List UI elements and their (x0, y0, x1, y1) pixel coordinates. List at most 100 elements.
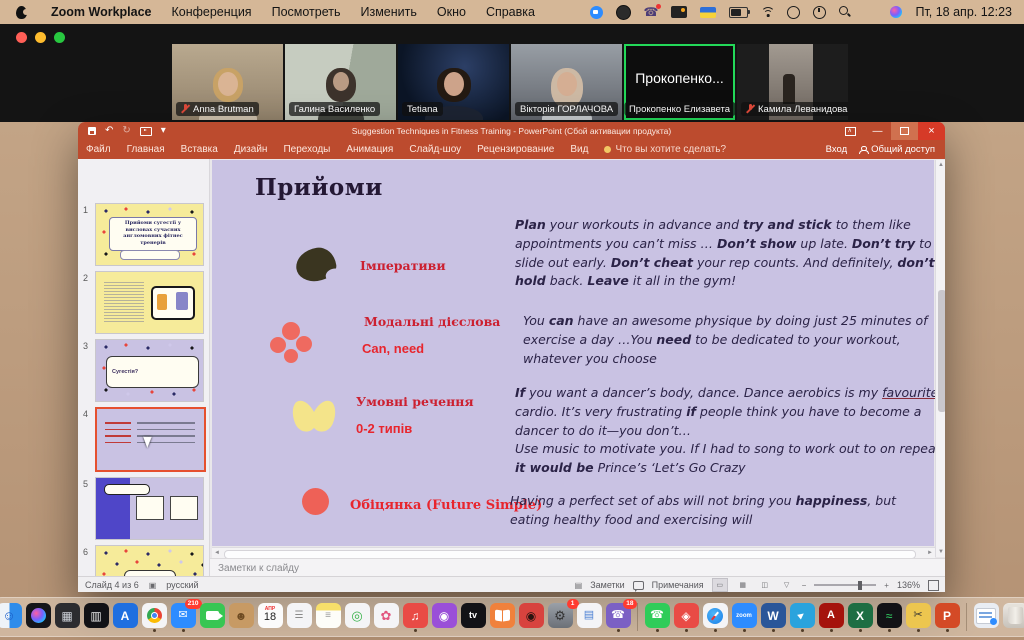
thumbnail-slide-3[interactable]: Сугестія? (95, 339, 204, 402)
trash-icon[interactable] (1002, 602, 1024, 632)
slide-canvas[interactable]: Прийоми Імперативи Plan your workouts in… (212, 160, 934, 546)
start-slideshow-icon[interactable] (140, 127, 152, 136)
excel-icon[interactable]: X (847, 602, 873, 632)
zoom-out-button[interactable]: − (802, 581, 807, 590)
paragraph-imperatives[interactable]: Plan your workouts in advance and try an… (515, 216, 940, 291)
viber-status-icon[interactable]: ☎ (644, 6, 659, 18)
menu-app-name[interactable]: Zoom Workplace (41, 5, 161, 19)
tell-me-box[interactable]: Что вы хотите сделать? (596, 144, 734, 155)
menu-clock[interactable]: Пт, 18 апр. 12:23 (915, 5, 1012, 19)
minimized-window-icon[interactable] (973, 602, 999, 632)
tab-slideshow[interactable]: Слайд-шоу (401, 144, 469, 155)
safari-icon[interactable] (702, 602, 728, 632)
find-my-icon[interactable]: ◎ (344, 602, 370, 632)
siri-icon[interactable] (25, 602, 51, 632)
customize-toolbar-icon[interactable]: ▾ (161, 126, 166, 136)
apple-menu-icon[interactable] (16, 6, 27, 19)
vertical-scrollbar[interactable]: ▲ ▼ (935, 160, 945, 557)
music-icon[interactable]: ♫ (402, 602, 428, 632)
time-machine-icon[interactable] (813, 6, 826, 19)
paragraph-promise[interactable]: Having a perfect set of abs will not bri… (510, 492, 928, 530)
display-settings-icon[interactable]: ▣ (149, 581, 157, 590)
participant-tile[interactable]: Anna Brutman (172, 44, 283, 120)
thumbnail-slide-2[interactable] (95, 271, 204, 334)
zoom-level[interactable]: 136% (897, 580, 920, 590)
thumbnail-slide-5[interactable] (95, 477, 204, 540)
telegram-icon[interactable]: ► (789, 602, 815, 632)
participant-tile[interactable]: Камила Леванидова (737, 44, 848, 120)
redo-icon[interactable]: ↻ (122, 126, 130, 136)
share-button[interactable]: Общий доступ (859, 144, 935, 155)
viber-icon[interactable]: ☎18 (605, 602, 631, 632)
menu-edit[interactable]: Изменить (351, 5, 427, 19)
finder-icon[interactable]: ☺ (0, 602, 22, 632)
minimize-window-button[interactable] (35, 32, 46, 43)
row-sublabel-can-need[interactable]: Can, need (362, 341, 424, 356)
fit-slide-to-window-icon[interactable] (928, 580, 939, 591)
ribbon-display-options-icon[interactable] (837, 122, 864, 140)
zoom-icon[interactable]: zoom (731, 602, 757, 632)
scroll-down-arrow[interactable]: ▼ (936, 547, 945, 557)
reading-view-button[interactable]: ◫ (758, 579, 772, 591)
scroll-up-arrow[interactable]: ▲ (936, 160, 945, 170)
tab-transitions[interactable]: Переходы (275, 144, 338, 155)
menu-window[interactable]: Окно (427, 5, 476, 19)
row-label-modal-verbs[interactable]: Модальні дієслова (364, 314, 500, 329)
slide-sorter-view-button[interactable]: ▦ (736, 579, 750, 591)
notes-toggle-button[interactable]: Заметки (590, 580, 624, 590)
activity-monitor-icon[interactable]: ≈ (876, 602, 902, 632)
language-indicator[interactable]: русский (166, 580, 198, 590)
acrobat-icon[interactable]: A (818, 602, 844, 632)
restore-button[interactable] (891, 122, 918, 140)
whatsapp-icon[interactable]: ☎ (644, 602, 670, 632)
screen-share-status-icon[interactable] (671, 6, 687, 18)
notes-pane[interactable]: Заметки к слайду (210, 558, 945, 577)
promise-shape-icon[interactable] (302, 488, 329, 515)
powerpoint-icon[interactable]: P (934, 602, 960, 632)
system-settings-icon[interactable]: ⚙1 (547, 602, 573, 632)
imperatives-shape-icon[interactable] (294, 245, 338, 283)
window-tiles-icon[interactable]: ▥ (83, 602, 109, 632)
notes-icon[interactable]: ≡ (315, 602, 341, 632)
photos-icon[interactable]: ✿ (373, 602, 399, 632)
comments-toggle-button[interactable]: Примечания (652, 580, 704, 590)
participant-tile[interactable]: Галина Василенко (285, 44, 396, 120)
save-icon[interactable] (88, 127, 96, 135)
conditionals-shape-icon[interactable] (292, 398, 338, 438)
calendar-icon[interactable]: АПР18 (257, 602, 283, 632)
tab-view[interactable]: Вид (562, 144, 596, 155)
normal-view-button[interactable]: ▭ (712, 578, 728, 592)
word-icon[interactable]: W (760, 602, 786, 632)
paragraph-modal-verbs[interactable]: You can have an awesome physique by doin… (523, 312, 931, 368)
wifi-icon[interactable] (761, 7, 774, 17)
control-center-icon[interactable] (864, 7, 877, 17)
close-window-button[interactable] (16, 32, 27, 43)
zoom-slider-knob[interactable] (858, 581, 862, 590)
slideshow-view-button[interactable]: ▽ (780, 579, 794, 591)
reminders-icon[interactable]: ☰ (286, 602, 312, 632)
tab-design[interactable]: Дизайн (226, 144, 276, 155)
modal-verbs-shape-icon[interactable] (268, 320, 322, 370)
tab-insert[interactable]: Вставка (173, 144, 226, 155)
sign-in-button[interactable]: Вход (826, 144, 848, 155)
diamond-app-icon[interactable]: ◈ (673, 602, 699, 632)
ukraine-flag-icon[interactable] (700, 7, 716, 18)
zoom-slider[interactable] (814, 584, 876, 586)
row-sublabel-types[interactable]: 0-2 типів (356, 421, 412, 436)
siri-icon[interactable] (890, 6, 902, 18)
contacts-icon[interactable]: ☻ (228, 602, 254, 632)
vertical-scroll-thumb[interactable] (938, 290, 946, 412)
thumbnail-slide-1[interactable]: Прийоми сугестії у висловах сучасних анг… (95, 203, 204, 266)
undo-icon[interactable]: ↶ (105, 126, 113, 136)
thumbnail-slide-4-selected[interactable] (95, 407, 206, 472)
participant-tile[interactable]: Tetiana (398, 44, 509, 120)
facetime-icon[interactable] (199, 602, 225, 632)
zoom-status-icon[interactable] (590, 6, 603, 19)
menu-conference[interactable]: Конференция (161, 5, 261, 19)
participant-tile-active-speaker[interactable]: Прокопенко... Прокопенко Елизавета (624, 44, 735, 120)
unarchiver-icon[interactable]: ✂ (905, 602, 931, 632)
row-label-conditionals[interactable]: Умовні речення (356, 394, 474, 409)
zoom-in-button[interactable]: + (884, 581, 889, 590)
app-store-icon[interactable]: A (112, 602, 138, 632)
tab-file[interactable]: Файл (78, 144, 119, 155)
